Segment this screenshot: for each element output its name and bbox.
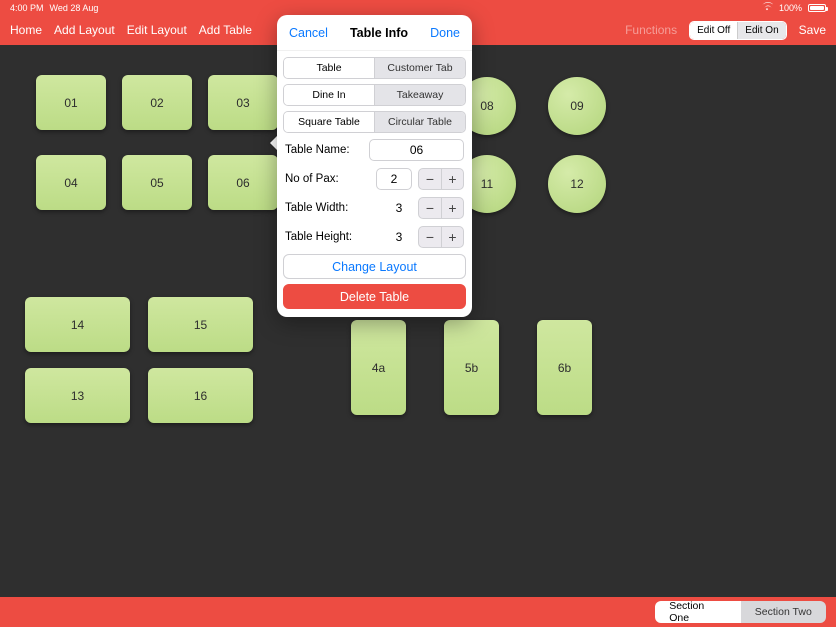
- table-4a[interactable]: 4a: [351, 320, 406, 415]
- table-12[interactable]: 12: [548, 155, 606, 213]
- stepper-pax[interactable]: − +: [418, 168, 464, 190]
- table-04[interactable]: 04: [36, 155, 106, 210]
- seg-circular[interactable]: Circular Table: [374, 112, 465, 132]
- table-09[interactable]: 09: [548, 77, 606, 135]
- input-pax[interactable]: [376, 168, 412, 190]
- plus-icon[interactable]: +: [441, 169, 463, 189]
- table-6b[interactable]: 6b: [537, 320, 592, 415]
- seg-takeaway[interactable]: Takeaway: [374, 85, 465, 105]
- table-16[interactable]: 16: [148, 368, 253, 423]
- table-01[interactable]: 01: [36, 75, 106, 130]
- status-bar: 4:00 PM Wed 28 Aug 100%: [0, 0, 836, 15]
- label-height: Table Height:: [285, 231, 380, 243]
- table-06[interactable]: 06: [208, 155, 278, 210]
- seg-service-type[interactable]: Dine In Takeaway: [283, 84, 466, 106]
- edit-on-button[interactable]: Edit On: [738, 22, 785, 39]
- status-time: 4:00 PM: [10, 3, 44, 13]
- cancel-button[interactable]: Cancel: [289, 26, 328, 40]
- seg-dinein[interactable]: Dine In: [284, 85, 374, 105]
- seg-customer-tab[interactable]: Customer Tab: [374, 58, 465, 78]
- label-width: Table Width:: [285, 202, 380, 214]
- stepper-width[interactable]: − +: [418, 197, 464, 219]
- battery-percent: 100%: [779, 3, 802, 13]
- table-02[interactable]: 02: [122, 75, 192, 130]
- nav-functions[interactable]: Functions: [625, 23, 677, 37]
- nav-add-layout[interactable]: Add Layout: [54, 23, 115, 37]
- section-switcher[interactable]: Section One Section Two: [655, 601, 826, 623]
- status-date: Wed 28 Aug: [50, 3, 99, 13]
- edit-off-button[interactable]: Edit Off: [690, 22, 738, 39]
- seg-table-type[interactable]: Table Customer Tab: [283, 57, 466, 79]
- table-13[interactable]: 13: [25, 368, 130, 423]
- section-one-tab[interactable]: Section One: [655, 601, 740, 623]
- wifi-icon: [761, 2, 773, 13]
- delete-table-button[interactable]: Delete Table: [283, 284, 466, 309]
- popover-title: Table Info: [350, 26, 408, 40]
- value-width: 3: [386, 201, 412, 215]
- table-05[interactable]: 05: [122, 155, 192, 210]
- nav-edit-layout[interactable]: Edit Layout: [127, 23, 187, 37]
- label-table-name: Table Name:: [285, 144, 363, 156]
- nav-home[interactable]: Home: [10, 23, 42, 37]
- stepper-height[interactable]: − +: [418, 226, 464, 248]
- nav-save[interactable]: Save: [799, 23, 826, 37]
- plus-icon[interactable]: +: [441, 227, 463, 247]
- label-pax: No of Pax:: [285, 173, 370, 185]
- plus-icon[interactable]: +: [441, 198, 463, 218]
- minus-icon[interactable]: −: [419, 169, 441, 189]
- seg-square[interactable]: Square Table: [284, 112, 374, 132]
- edit-mode-toggle[interactable]: Edit Off Edit On: [689, 21, 787, 40]
- change-layout-button[interactable]: Change Layout: [283, 254, 466, 279]
- section-two-tab[interactable]: Section Two: [741, 601, 826, 623]
- table-14[interactable]: 14: [25, 297, 130, 352]
- footer-bar: Section One Section Two: [0, 597, 836, 627]
- battery-icon: [808, 4, 826, 12]
- table-5b[interactable]: 5b: [444, 320, 499, 415]
- minus-icon[interactable]: −: [419, 227, 441, 247]
- seg-shape[interactable]: Square Table Circular Table: [283, 111, 466, 133]
- nav-add-table[interactable]: Add Table: [199, 23, 252, 37]
- table-info-popover: Cancel Table Info Done Table Customer Ta…: [277, 15, 472, 317]
- done-button[interactable]: Done: [430, 26, 460, 40]
- seg-table[interactable]: Table: [284, 58, 374, 78]
- table-15[interactable]: 15: [148, 297, 253, 352]
- input-table-name[interactable]: [369, 139, 464, 161]
- minus-icon[interactable]: −: [419, 198, 441, 218]
- value-height: 3: [386, 230, 412, 244]
- table-03[interactable]: 03: [208, 75, 278, 130]
